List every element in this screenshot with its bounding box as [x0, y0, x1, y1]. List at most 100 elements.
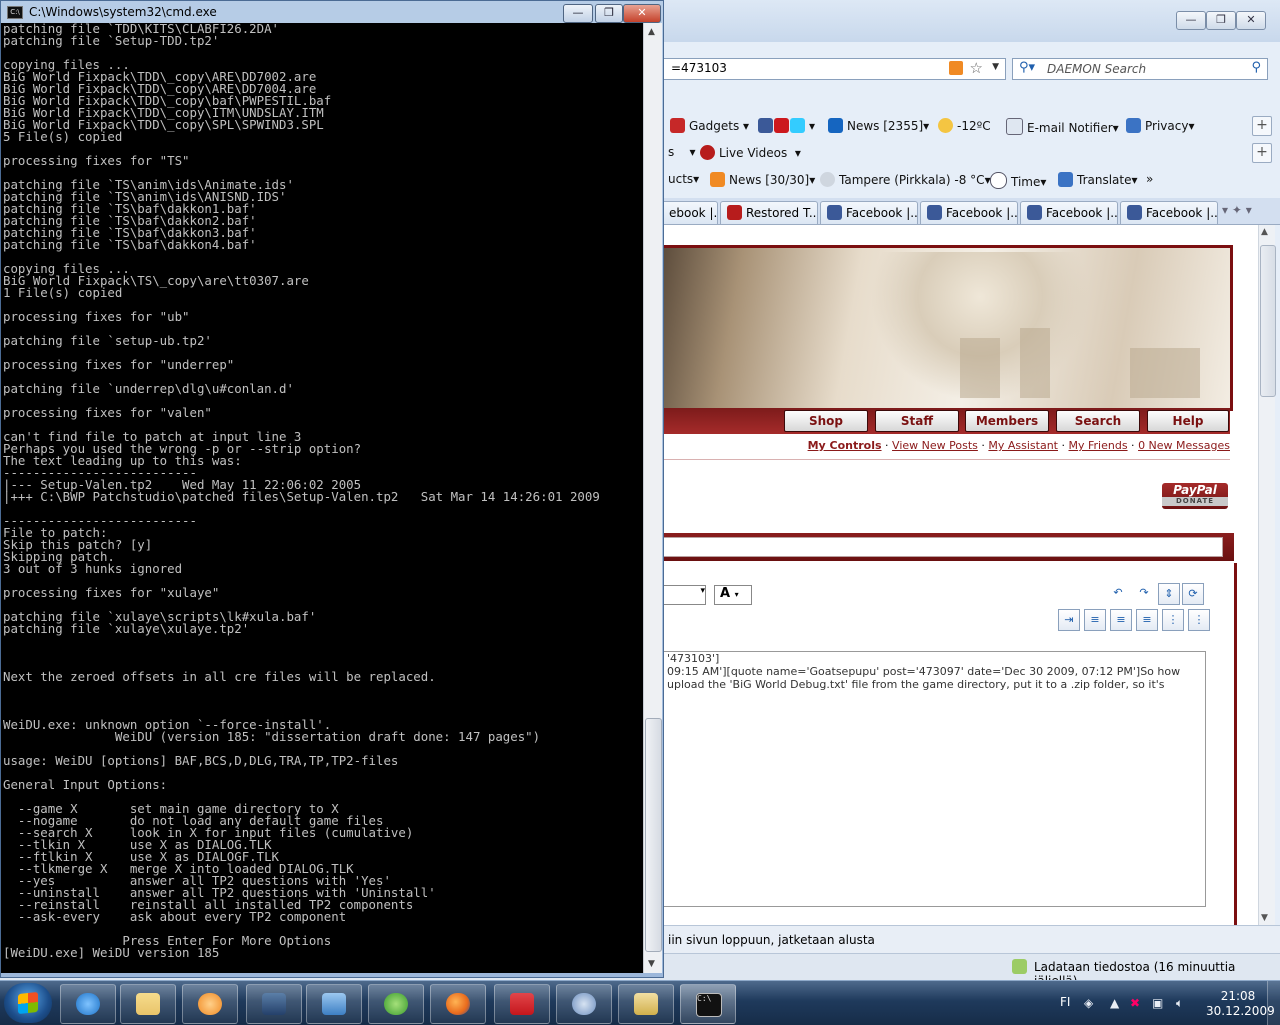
tab-ebook[interactable]: ebook |...: [660, 201, 718, 224]
post-textarea[interactable]: '473103'] 09:15 AM'][quote name='Goatsep…: [660, 651, 1206, 907]
weather-button[interactable]: -12ºC: [938, 118, 991, 133]
link-my-assistant[interactable]: My Assistant: [988, 439, 1058, 452]
tab-strip: ebook |... Restored T... Facebook |... F…: [660, 198, 1280, 225]
show-hidden-icons-icon[interactable]: ▲: [1110, 996, 1119, 1010]
ordered-list-icon[interactable]: ⋮: [1162, 609, 1184, 631]
start-button[interactable]: [4, 983, 52, 1023]
cmd-icon[interactable]: C:\: [7, 6, 23, 19]
search-go-icon[interactable]: ⚲: [1251, 60, 1261, 75]
address-dropdown-icon[interactable]: ▼: [992, 62, 999, 72]
scroll-up-arrow-icon[interactable]: ▲: [1261, 227, 1268, 237]
taskbar-cmd[interactable]: C:\: [680, 984, 736, 1024]
nav-search-button[interactable]: Search: [1056, 410, 1140, 432]
align-right-icon[interactable]: ≡: [1136, 609, 1158, 631]
cmd-scrollbar[interactable]: ▲ ▼: [643, 23, 662, 973]
email-label: E-mail Notifier: [1027, 121, 1113, 135]
nav-help-button[interactable]: Help: [1147, 410, 1229, 432]
nav-members-button[interactable]: Members: [965, 410, 1049, 432]
taskbar-control-panel[interactable]: [306, 984, 362, 1024]
align-left-icon[interactable]: ≡: [1084, 609, 1106, 631]
tab-menu-icon[interactable]: ▾ ✦ ▾: [1222, 203, 1252, 217]
live-videos-button[interactable]: Live Videos ▾: [700, 145, 801, 160]
cmd-scroll-down-icon[interactable]: ▼: [648, 959, 655, 969]
taskbar-explorer[interactable]: [120, 984, 176, 1024]
cmd-close-button[interactable]: ✕: [623, 4, 661, 23]
add-toolbar-button-2[interactable]: +: [1252, 143, 1272, 163]
rss-icon[interactable]: [949, 61, 963, 75]
tampere-weather-button[interactable]: Tampere (Pirkkala) -8 °C▾: [820, 172, 991, 187]
tray-action-center-icon[interactable]: ◈: [1084, 996, 1093, 1010]
indent-icon[interactable]: ⇥: [1058, 609, 1080, 631]
refresh-icon[interactable]: ⟳: [1182, 583, 1204, 605]
taskbar-ie[interactable]: [60, 984, 116, 1024]
news-label: News [2355]: [847, 119, 924, 133]
taskbar-media-player[interactable]: [182, 984, 238, 1024]
gadgets-menu[interactable]: Gadgets ▾: [670, 118, 749, 133]
cmd-scroll-thumb[interactable]: [645, 718, 662, 952]
font-select[interactable]: ▾: [660, 585, 706, 605]
browser-scrollbar[interactable]: ▲ ▼: [1258, 225, 1276, 925]
tab-facebook-2[interactable]: Facebook |...: [920, 201, 1018, 224]
toolbar-more-chevron-icon[interactable]: »: [1146, 172, 1153, 186]
cmd-maximize-button[interactable]: ❐: [595, 4, 623, 23]
facebook-tab-icon: [827, 205, 842, 220]
resize-icon[interactable]: ⇕: [1158, 583, 1180, 605]
privacy-menu[interactable]: Privacy▾: [1126, 118, 1194, 133]
download-icon: [1012, 959, 1027, 974]
tab-restored[interactable]: Restored T...: [720, 201, 818, 224]
clock[interactable]: 21:08 30.12.2009: [1206, 989, 1275, 1019]
bullet-list-icon[interactable]: ⋮: [1188, 609, 1210, 631]
toolbar-s-item[interactable]: s ▾: [668, 145, 696, 159]
link-my-friends[interactable]: My Friends: [1069, 439, 1128, 452]
undo-icon[interactable]: ↶: [1108, 583, 1128, 603]
align-center-icon[interactable]: ≡: [1110, 609, 1132, 631]
favorite-star-icon[interactable]: ☆: [970, 59, 983, 77]
nav-staff-button[interactable]: Staff: [875, 410, 959, 432]
email-notifier-button[interactable]: E-mail Notifier▾: [1006, 118, 1119, 135]
cmd-titlebar[interactable]: C:\ C:\Windows\system32\cmd.exe — ❐ ✕: [5, 2, 661, 23]
language-indicator[interactable]: FI: [1060, 995, 1070, 1009]
add-toolbar-button[interactable]: +: [1252, 116, 1272, 136]
taskbar-archive[interactable]: [618, 984, 674, 1024]
news-feed-button[interactable]: News [30/30]▾: [710, 172, 815, 187]
tab-label: Facebook |...: [1146, 206, 1218, 220]
search-placeholder: DAEMON Search: [1047, 62, 1147, 76]
nav-shop-button[interactable]: Shop: [784, 410, 868, 432]
link-my-controls[interactable]: My Controls: [808, 439, 882, 452]
search-box[interactable]: ⚲▾ DAEMON Search ⚲: [1012, 58, 1268, 80]
address-bar[interactable]: =473103 ☆ ▼: [660, 58, 1006, 80]
post-line: upload the 'BiG World Debug.txt' file fr…: [667, 678, 1165, 691]
redo-icon[interactable]: ↷: [1134, 583, 1154, 603]
browser-scroll-thumb[interactable]: [1260, 245, 1276, 397]
tab-facebook-1[interactable]: Facebook |...: [820, 201, 918, 224]
taskbar-acrobat[interactable]: [494, 984, 550, 1024]
cmd-minimize-button[interactable]: —: [563, 4, 593, 23]
taskbar-app[interactable]: [556, 984, 612, 1024]
link-new-messages[interactable]: 0 New Messages: [1138, 439, 1230, 452]
tray-volume-icon[interactable]: 🔈︎: [1176, 996, 1183, 1011]
tab-facebook-4[interactable]: Facebook |...: [1120, 201, 1218, 224]
paypal-donate-button[interactable]: PayPal DONATE: [1162, 483, 1228, 509]
browser-minimize-button[interactable]: —: [1176, 11, 1206, 30]
browser-close-button[interactable]: ✕: [1236, 11, 1266, 30]
time-button[interactable]: Time▾: [990, 172, 1046, 189]
taskbar-firefox[interactable]: [430, 984, 486, 1024]
link-view-new-posts[interactable]: View New Posts: [892, 439, 978, 452]
font-color-select[interactable]: A ▾: [714, 585, 752, 605]
tray-security-icon[interactable]: ✖: [1130, 996, 1140, 1010]
taskbar-messenger[interactable]: [368, 984, 424, 1024]
tray-network-icon[interactable]: ▣: [1152, 996, 1163, 1010]
social-icons[interactable]: ▾: [758, 118, 815, 133]
news-button[interactable]: News [2355]▾: [828, 118, 929, 133]
taskbar-kmplayer[interactable]: [246, 984, 302, 1024]
browser-maximize-button[interactable]: ❐: [1206, 11, 1236, 30]
tab-facebook-3[interactable]: Facebook |...: [1020, 201, 1118, 224]
scroll-down-arrow-icon[interactable]: ▼: [1261, 913, 1268, 923]
cmd-scroll-up-icon[interactable]: ▲: [648, 27, 655, 37]
search-provider-icon[interactable]: ⚲▾: [1019, 60, 1035, 75]
translate-button[interactable]: Translate▾: [1058, 172, 1138, 187]
terminal-output[interactable]: patching file `TDD\KITS\CLABFI26.2DA' pa…: [1, 23, 643, 973]
products-item[interactable]: ucts▾: [668, 172, 699, 186]
gadgets-icon: [670, 118, 685, 133]
show-desktop-button[interactable]: [1267, 981, 1280, 1025]
